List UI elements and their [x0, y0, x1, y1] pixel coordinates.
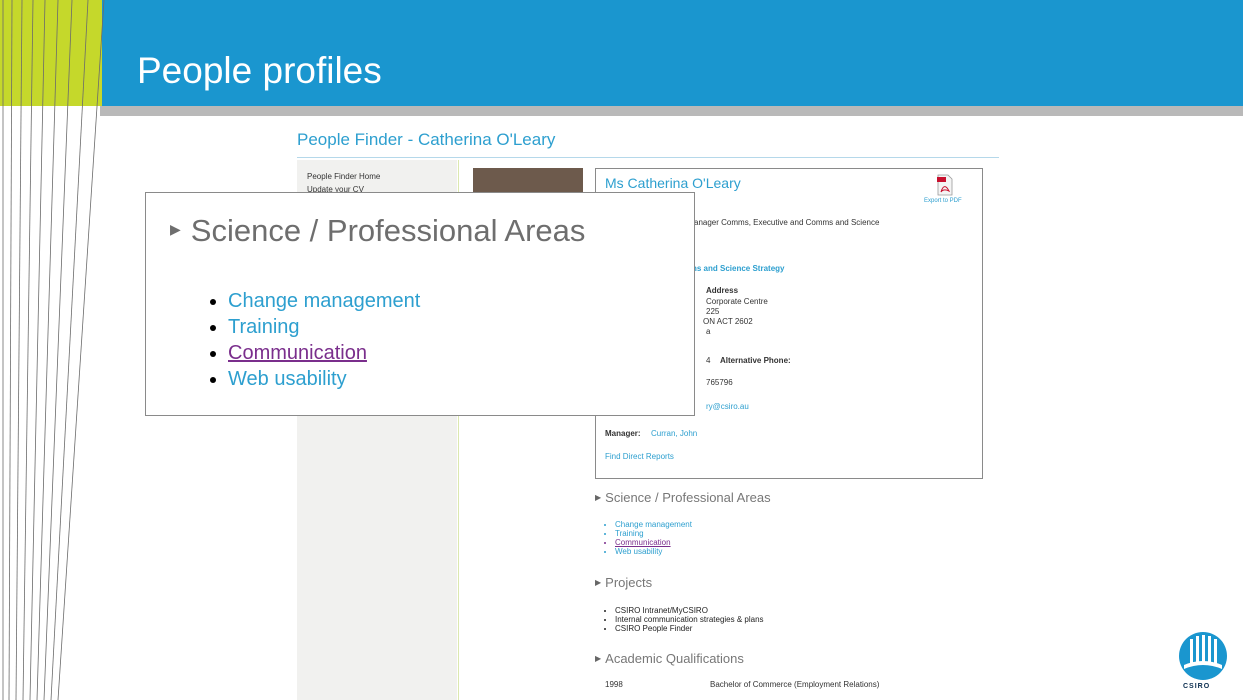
list-item[interactable]: Change management	[615, 520, 692, 529]
manager-label: Manager:	[605, 429, 641, 438]
address-heading: Address	[706, 286, 739, 295]
alt-phone-label: Alternative Phone:	[720, 356, 791, 365]
triangle-icon: ▶	[595, 578, 602, 587]
phone-value: 4	[706, 356, 711, 365]
list-item[interactable]: Communication	[228, 340, 420, 366]
science-areas-heading: ▶ Science / Professional Areas	[595, 490, 771, 505]
business-unit-link[interactable]: ns and Science Strategy	[692, 264, 784, 273]
callout-list: Change management Training Communication…	[228, 288, 420, 392]
decorative-stripes	[0, 0, 105, 700]
qualification-year: 1998	[605, 680, 623, 689]
address-line: ON ACT 2602	[703, 317, 753, 326]
list-item[interactable]: Web usability	[615, 547, 692, 556]
list-item[interactable]: Change management	[228, 288, 420, 314]
list-item: CSIRO People Finder	[615, 624, 764, 633]
manager-link[interactable]: Curran, John	[651, 429, 697, 438]
list-item: CSIRO Intranet/MyCSIRO	[615, 606, 764, 615]
list-item[interactable]: Communication	[615, 538, 692, 547]
export-pdf-link[interactable]: Export to PDF	[924, 198, 962, 204]
zoom-callout: ▶Science / Professional Areas Change man…	[145, 192, 695, 416]
header-shadow	[100, 106, 1243, 116]
address-line: 225	[706, 307, 720, 316]
profile-name: Ms Catherina O'Leary	[605, 175, 741, 191]
find-direct-reports-link[interactable]: Find Direct Reports	[605, 452, 674, 461]
triangle-icon: ▶	[595, 493, 602, 502]
list-item[interactable]: Web usability	[228, 366, 420, 392]
email-link[interactable]: ry@csiro.au	[706, 402, 749, 411]
slide-header: People profiles	[0, 0, 1243, 106]
address-line: Corporate Centre	[706, 297, 768, 306]
mobile-value: 765796	[706, 378, 733, 387]
projects-list: CSIRO Intranet/MyCSIRO Internal communic…	[607, 606, 764, 633]
triangle-icon: ▶	[170, 221, 181, 237]
slide-title: People profiles	[137, 50, 382, 91]
address-line: a	[706, 327, 711, 336]
sidebar-item-home[interactable]: People Finder Home	[307, 172, 457, 181]
list-item[interactable]: Training	[615, 529, 692, 538]
logo-text: CSIRO	[1183, 683, 1211, 690]
academic-heading: ▶ Academic Qualifications	[595, 651, 744, 666]
list-item: Internal communication strategies & plan…	[615, 615, 764, 624]
page-title: People Finder - Catherina O'Leary	[297, 130, 556, 149]
csiro-logo-icon	[1179, 632, 1227, 680]
callout-heading: ▶ Science / Professional Areas	[170, 213, 586, 248]
science-areas-list: Change management Training Communication…	[607, 520, 692, 556]
qualification-name: Bachelor of Commerce (Employment Relatio…	[710, 680, 880, 689]
triangle-icon: ▶	[595, 654, 602, 663]
pdf-icon[interactable]	[936, 174, 954, 196]
title-divider	[297, 157, 999, 158]
projects-heading: ▶ Projects	[595, 575, 653, 590]
position-text: anager Comms, Executive and Comms and Sc…	[694, 218, 880, 227]
list-item[interactable]: Training	[228, 314, 420, 340]
